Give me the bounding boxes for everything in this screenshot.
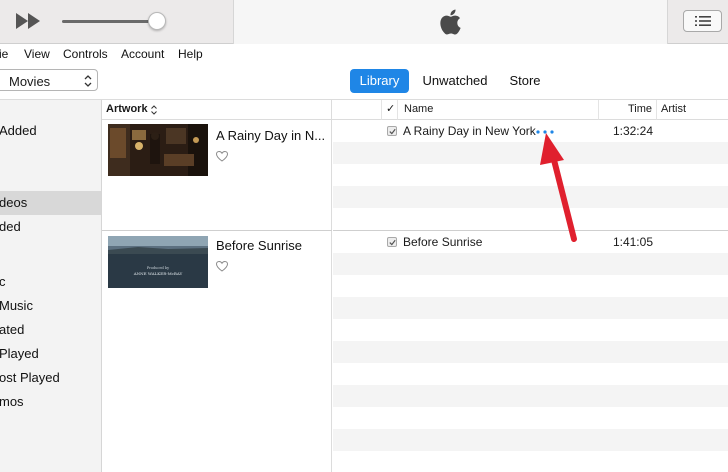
track-list: A Rainy Day in New York 1:32:24 Before S… [333,120,728,472]
apple-logo-icon [440,9,461,35]
track-time: 1:32:24 [612,124,653,138]
table-row[interactable]: Before Sunrise 1:41:05 [333,231,728,253]
sidebar-item-classical-music[interactable]: Music [0,294,101,318]
table-row [333,429,728,451]
volume-slider[interactable] [62,20,158,23]
tab-store[interactable]: Store [502,69,548,93]
checkbox-icon[interactable] [387,237,397,247]
fast-forward-icon[interactable] [16,13,40,29]
column-header-check[interactable]: ✓ [382,100,398,120]
movie-artwork-before-sunrise[interactable]: Produced by ANNE WALKER-McBAY [108,236,208,288]
sidebar: Added deos ded c Music ated Played ost P… [0,100,102,472]
album-divider [333,230,728,231]
table-row [333,363,728,385]
media-kind-select[interactable]: Movies [0,69,98,91]
tab-library[interactable]: Library [350,69,409,93]
album-title: Before Sunrise [216,238,302,253]
column-header-artwork[interactable]: Artwork [102,100,332,120]
menu-view[interactable]: View [24,47,50,61]
track-time: 1:41:05 [612,235,653,249]
column-header-time[interactable]: Time [599,100,657,120]
column-header-artist[interactable]: Artist [657,100,728,120]
sidebar-item-recently-played[interactable]: Played [0,342,101,366]
sort-icon [151,105,157,115]
table-row [333,253,728,275]
player-bar [0,0,728,44]
album-group: Produced by ANNE WALKER-McBAY Before Sun… [102,231,332,472]
sidebar-item-home-videos[interactable]: deos [0,191,101,215]
menu-movie[interactable]: ie [0,47,8,61]
table-row [333,164,728,186]
column-header-spacer [332,100,382,120]
track-name: Before Sunrise [403,235,483,249]
album-title: A Rainy Day in N... [216,128,326,143]
menu-help[interactable]: Help [178,47,203,61]
sidebar-item-recently-added[interactable]: Added [0,119,101,143]
table-row[interactable]: A Rainy Day in New York 1:32:24 [333,120,728,142]
artist-header-label: Artist [661,103,687,115]
sidebar-item-voice-memos[interactable]: mos [0,390,101,414]
chevron-updown-icon [84,75,92,87]
table-row [333,186,728,208]
table-row [333,407,728,429]
up-next-list-button[interactable] [683,10,722,32]
table-row [333,297,728,319]
time-header-label: Time [627,103,652,115]
artwork-column: A Rainy Day in N... Produced by ANNE WAL… [102,120,332,472]
menu-bar: ie View Controls Account Help [0,44,728,64]
sidebar-item-music[interactable]: c [0,270,101,294]
sidebar-item-downloaded[interactable]: ded [0,215,101,239]
sidebar-item-top-rated[interactable]: ated [0,318,101,342]
media-kind-label: Movies [9,74,51,89]
table-row [333,341,728,363]
table-row [333,451,728,472]
sidebar-item-most-played[interactable]: ost Played [0,366,101,390]
check-header-label: ✓ [386,103,396,115]
menu-controls[interactable]: Controls [63,47,108,61]
toolbar: Movies Library Unwatched Store [0,64,728,100]
more-options-icon[interactable] [536,130,554,134]
movie-artwork-rainy-day[interactable] [108,124,208,176]
table-row [333,208,728,230]
track-name: A Rainy Day in New York [403,124,536,138]
heart-icon[interactable] [216,261,228,272]
poster-credit-line1: Produced by [147,266,169,270]
table-row [333,319,728,341]
menu-account[interactable]: Account [121,47,164,61]
list-icon [695,16,711,26]
table-row [333,142,728,164]
column-header-name[interactable]: Name [398,100,599,120]
name-header-label: Name [404,103,434,115]
album-group: A Rainy Day in N... [102,120,332,230]
table-row [333,385,728,407]
heart-icon[interactable] [216,151,228,162]
checkbox-icon[interactable] [387,126,397,136]
tab-unwatched[interactable]: Unwatched [416,69,494,93]
poster-credit-line2: ANNE WALKER-McBAY [133,271,183,276]
volume-knob[interactable] [148,12,166,30]
table-row [333,275,728,297]
artwork-header-label: Artwork [106,103,148,115]
